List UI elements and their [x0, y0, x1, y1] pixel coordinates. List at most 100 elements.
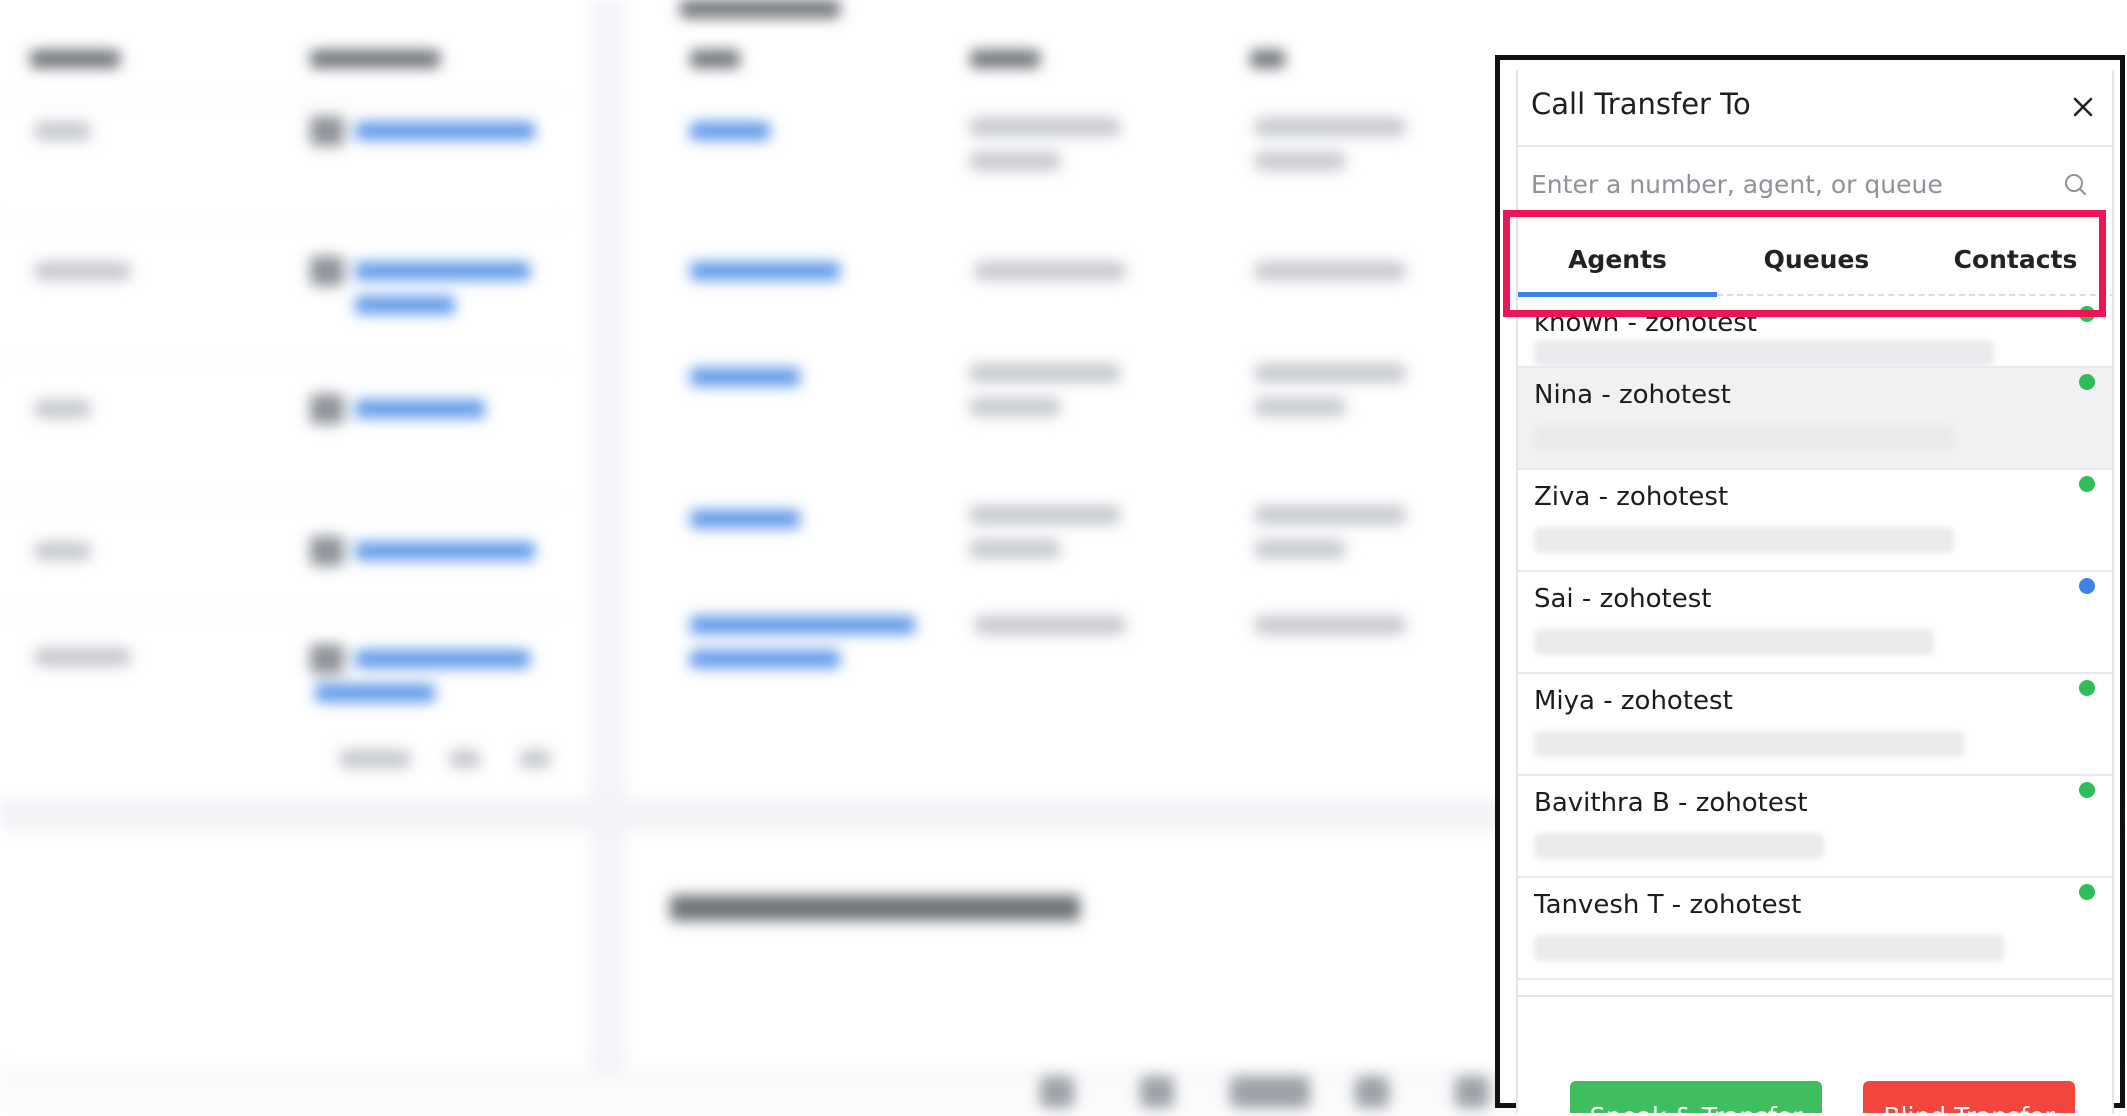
bg-column-header	[30, 50, 120, 68]
agent-detail	[1534, 527, 1954, 553]
bg-bottom-icon	[1040, 1076, 1074, 1108]
bg-cell	[970, 364, 1120, 382]
bg-link	[355, 650, 530, 668]
agent-name: Ziva - zohotest	[1534, 482, 1729, 512]
agent-name: Miya - zohotest	[1534, 686, 1733, 716]
bg-bottom-icon	[1355, 1076, 1389, 1108]
bg-row-line	[0, 360, 560, 362]
agent-name: known - zohotest	[1534, 308, 1757, 338]
bg-pagination	[520, 750, 550, 768]
bg-cell	[975, 262, 1125, 280]
bg-cell	[35, 542, 90, 560]
bg-avatar	[310, 116, 344, 146]
agent-detail	[1534, 833, 1824, 859]
agent-item[interactable]: Bavithra B - zohotest	[1518, 776, 2112, 878]
background-divider	[590, 0, 626, 1116]
tab-contacts[interactable]: Contacts	[1916, 222, 2112, 302]
bg-row-line	[0, 100, 560, 102]
bg-column-header	[680, 0, 840, 18]
bg-avatar	[310, 644, 344, 674]
agent-item[interactable]: known - zohotest	[1518, 302, 2112, 368]
dialog-footer: Speak & Transfer Blind Transfer	[1518, 995, 2112, 1113]
dialog-title: Call Transfer To	[1531, 87, 1751, 121]
status-dot	[2079, 884, 2095, 900]
search-icon[interactable]	[2061, 170, 2091, 200]
bg-avatar	[310, 536, 344, 566]
bg-cell	[35, 262, 130, 280]
agent-name: Tanvesh T - zohotest	[1534, 890, 1802, 920]
bg-cell	[1255, 152, 1345, 170]
bg-link	[690, 650, 840, 668]
speak-transfer-button[interactable]: Speak & Transfer	[1570, 1081, 1822, 1113]
bg-link	[355, 296, 455, 314]
bg-column-header	[310, 50, 440, 68]
status-dot	[2079, 578, 2095, 594]
tab-agents[interactable]: Agents	[1518, 222, 1717, 302]
bg-avatar	[310, 256, 344, 286]
bg-cell	[1255, 262, 1405, 280]
blind-transfer-button[interactable]: Blind Transfer	[1863, 1081, 2075, 1113]
agent-item[interactable]: Nina - zohotest	[1518, 368, 2112, 470]
agent-item[interactable]: Miya - zohotest	[1518, 674, 2112, 776]
status-dot	[2079, 782, 2095, 798]
bg-pagination	[340, 750, 410, 768]
bg-avatar	[310, 394, 344, 424]
close-icon	[2073, 97, 2093, 117]
status-dot	[2079, 374, 2095, 390]
bg-link	[315, 684, 435, 702]
bg-cell	[1255, 506, 1405, 524]
status-dot	[2079, 476, 2095, 492]
bg-bottom-icon	[1140, 1076, 1174, 1108]
bg-pagination	[450, 750, 480, 768]
bg-cell	[970, 398, 1060, 416]
bg-bottom-icon	[1455, 1076, 1489, 1108]
bg-column-header	[1250, 50, 1285, 68]
bg-link	[355, 400, 485, 418]
bg-row-line	[0, 222, 560, 224]
call-transfer-dialog-frame: Call Transfer To Agents Queues Contacts	[1495, 55, 2125, 1113]
bg-cell	[970, 118, 1120, 136]
agent-item[interactable]: Sai - zohotest	[1518, 572, 2112, 674]
call-transfer-dialog: Call Transfer To Agents Queues Contacts	[1516, 70, 2114, 1113]
bg-link	[690, 122, 770, 140]
bg-link	[690, 510, 800, 528]
agent-name: Sai - zohotest	[1534, 584, 1712, 614]
transfer-tabs: Agents Queues Contacts	[1518, 222, 2112, 302]
agent-item[interactable]: Ziva - zohotest	[1518, 470, 2112, 572]
status-dot	[2079, 680, 2095, 696]
agent-detail	[1534, 340, 1994, 366]
bg-cell	[1255, 398, 1345, 416]
dialog-header: Call Transfer To	[1518, 70, 2112, 147]
status-dot	[2079, 306, 2095, 322]
agent-detail	[1534, 629, 1934, 655]
agent-detail	[1534, 935, 2004, 961]
agent-list: known - zohotest Nina - zohotest Ziva - …	[1518, 302, 2112, 995]
agent-name: Bavithra B - zohotest	[1534, 788, 1808, 818]
bg-cell	[970, 540, 1060, 558]
agent-detail	[1534, 425, 1954, 451]
agent-name: Nina - zohotest	[1534, 380, 1731, 410]
search-input[interactable]	[1531, 162, 2051, 206]
bg-cell	[1255, 616, 1405, 634]
tab-queues[interactable]: Queues	[1717, 222, 1916, 302]
bg-link	[355, 262, 530, 280]
bg-cell	[970, 506, 1120, 524]
bg-cell	[975, 616, 1125, 634]
bg-cell	[1255, 540, 1345, 558]
bg-bottom-icon	[1230, 1076, 1310, 1108]
agent-detail	[1534, 731, 1964, 757]
bg-column-header	[690, 50, 740, 68]
bg-link	[690, 368, 800, 386]
agent-item[interactable]: Tanvesh T - zohotest	[1518, 878, 2112, 980]
bg-cell	[35, 400, 90, 418]
bg-link	[355, 542, 535, 560]
bg-section-title	[670, 895, 1080, 921]
tab-divider	[1717, 294, 2112, 296]
bg-row-line	[0, 500, 560, 502]
bg-cell	[1255, 118, 1405, 136]
bg-row-line	[0, 610, 560, 612]
bg-cell	[970, 152, 1060, 170]
close-button[interactable]	[2066, 90, 2100, 124]
bg-link	[690, 262, 840, 280]
bg-cell	[35, 122, 90, 140]
